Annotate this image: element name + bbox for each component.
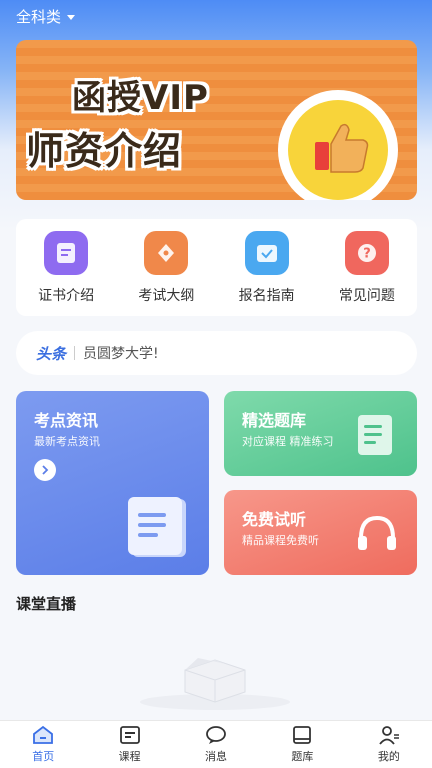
quick-item-label: 考试大纲 — [138, 287, 195, 304]
headphones-icon — [358, 515, 396, 550]
question-bank-card[interactable]: 精选题库 对应课程 精准练习 — [224, 391, 417, 476]
section-title-live: 课堂直播 — [16, 595, 77, 613]
tab-messages[interactable]: 消息 — [173, 721, 259, 768]
profile-icon — [379, 726, 399, 745]
chevron-right-icon — [42, 465, 49, 475]
tab-label: 课程 — [118, 750, 141, 763]
thumbs-up-icon — [315, 123, 369, 173]
pen-icon — [144, 230, 189, 275]
card-subtitle: 精品课程免费听 — [242, 534, 319, 547]
card-title: 考点资讯 — [34, 411, 99, 430]
document-icon — [358, 415, 392, 455]
arrow-right-button[interactable] — [34, 459, 56, 481]
divider — [74, 346, 76, 360]
question-icon: ? — [344, 230, 389, 275]
headline-text: 员圆梦大学! — [83, 346, 159, 362]
card-title: 精选题库 — [242, 411, 307, 430]
card-subtitle: 对应课程 精准练习 — [242, 435, 334, 448]
banner-title: 函授VIP — [72, 78, 209, 118]
tab-label: 首页 — [32, 750, 55, 763]
header: 全科类 — [0, 0, 432, 32]
category-selector[interactable]: 全科类 — [16, 6, 76, 27]
checklist-icon — [244, 230, 289, 275]
quick-menu: 证书介绍 考试大纲 报名指南 ? 常见问题 — [16, 219, 417, 316]
tab-question-bank[interactable]: 题库 — [259, 721, 345, 768]
exam-news-card[interactable]: 考点资讯 最新考点资讯 — [16, 391, 209, 575]
promo-banner[interactable]: 函授VIP 师资介绍 — [16, 40, 417, 200]
category-label: 全科类 — [16, 8, 62, 26]
tab-label: 题库 — [291, 750, 314, 763]
quick-item-certificate[interactable]: 证书介绍 — [21, 230, 111, 305]
svg-text:?: ? — [363, 246, 371, 261]
bottom-tab-bar: 首页 课程 消息 题库 我的 — [0, 720, 432, 768]
quick-item-label: 常见问题 — [338, 287, 395, 304]
message-icon — [206, 726, 226, 744]
headline-tag: 头条 — [36, 344, 67, 363]
quick-item-syllabus[interactable]: 考试大纲 — [121, 230, 211, 305]
quick-item-label: 报名指南 — [238, 287, 295, 304]
banner-subtitle: 师资介绍 — [26, 129, 183, 173]
certificate-icon — [44, 230, 89, 275]
tab-home[interactable]: 首页 — [0, 721, 86, 768]
document-icon — [128, 497, 186, 557]
card-title: 免费试听 — [242, 510, 307, 529]
course-icon — [119, 726, 140, 744]
book-icon — [293, 726, 312, 744]
headline-ticker[interactable]: 头条 员圆梦大学! — [16, 331, 417, 375]
quick-item-label: 证书介绍 — [38, 287, 95, 304]
quick-item-registration[interactable]: 报名指南 — [222, 230, 312, 305]
free-trial-card[interactable]: 免费试听 精品课程免费听 — [224, 490, 417, 575]
tab-label: 我的 — [377, 750, 400, 763]
card-subtitle: 最新考点资讯 — [34, 435, 100, 448]
empty-box-illustration — [140, 658, 290, 710]
chevron-down-icon — [67, 15, 76, 20]
tab-courses[interactable]: 课程 — [86, 721, 172, 768]
tab-label: 消息 — [205, 750, 228, 763]
tab-profile[interactable]: 我的 — [346, 721, 432, 768]
quick-item-faq[interactable]: ? 常见问题 — [322, 230, 412, 305]
home-icon — [33, 725, 54, 744]
